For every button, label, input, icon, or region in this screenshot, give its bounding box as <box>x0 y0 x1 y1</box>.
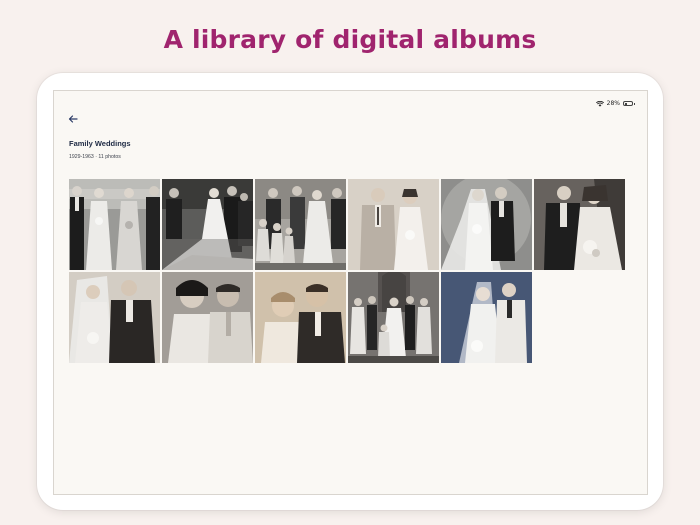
arrow-left-icon[interactable] <box>67 113 79 125</box>
photo-thumbnail[interactable] <box>441 179 532 270</box>
photo-thumbnail[interactable] <box>162 272 253 363</box>
battery-percent: 28% <box>606 100 620 107</box>
promo-headline: A library of digital albums <box>163 25 537 54</box>
photo-thumbnail[interactable] <box>348 179 439 270</box>
status-bar: 28% <box>595 100 635 107</box>
photo-thumbnail[interactable] <box>348 272 439 363</box>
album-meta: 1929-1963 · 11 photos <box>69 154 121 160</box>
album-title: Family Weddings <box>69 139 131 148</box>
photo-grid <box>69 179 625 363</box>
photo-thumbnail[interactable] <box>69 272 160 363</box>
battery-level-fill <box>624 102 627 105</box>
photo-thumbnail[interactable] <box>162 179 253 270</box>
photo-thumbnail[interactable] <box>255 179 346 270</box>
app-screen: 28% Family Weddings 1929-1963 · 11 photo… <box>53 90 648 495</box>
photo-thumbnail[interactable] <box>69 179 160 270</box>
photo-thumbnail[interactable] <box>255 272 346 363</box>
battery-icon <box>623 101 635 106</box>
photo-thumbnail[interactable] <box>534 179 625 270</box>
photo-thumbnail[interactable] <box>441 272 532 363</box>
wifi-icon <box>595 100 604 107</box>
